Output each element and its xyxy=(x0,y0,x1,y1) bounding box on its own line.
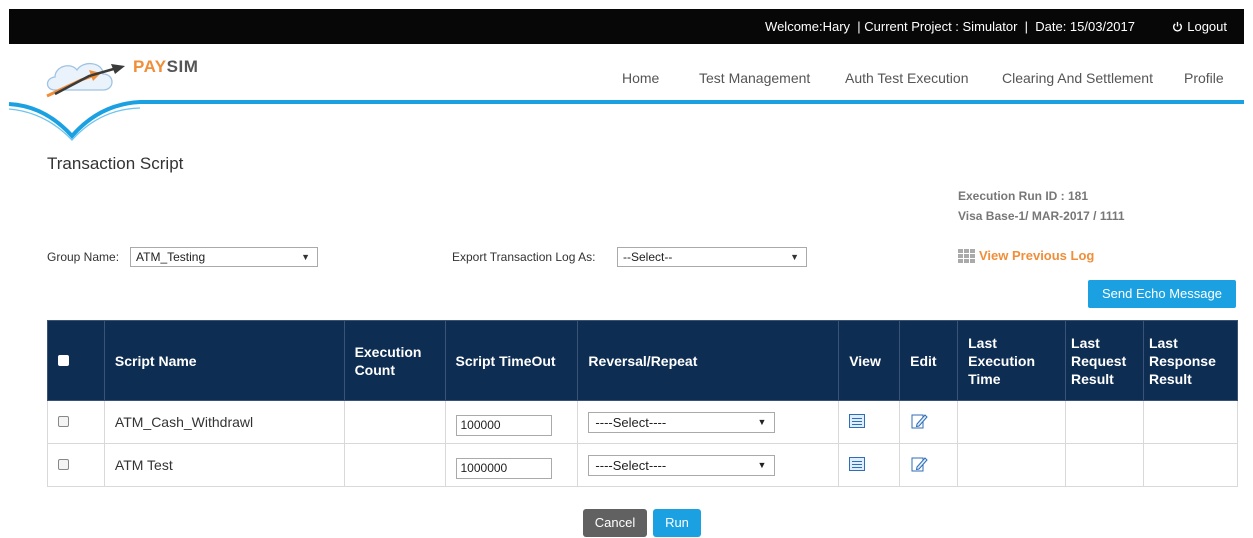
edit-cell xyxy=(899,400,959,444)
header-last-execution-time: Last Execution Time xyxy=(957,320,1067,401)
row-select-cell xyxy=(47,400,105,444)
last-execution-time xyxy=(957,400,1067,444)
execution-run-id: Execution Run ID : 181 xyxy=(958,189,1089,203)
last-response-result xyxy=(1142,443,1239,487)
reversal-cell: ----Select---- ▼ xyxy=(577,443,840,487)
timeout-cell: 100000 xyxy=(444,400,579,444)
run-button[interactable]: Run xyxy=(653,509,701,537)
row-checkbox[interactable] xyxy=(58,459,69,470)
view-cell xyxy=(838,400,901,444)
view-previous-log-label: View Previous Log xyxy=(979,248,1095,263)
reversal-repeat-value: ----Select---- xyxy=(595,414,667,430)
nav-home[interactable]: Home xyxy=(622,70,659,86)
last-response-result xyxy=(1142,400,1239,444)
cancel-button[interactable]: Cancel xyxy=(583,509,647,537)
timeout-input[interactable]: 1000000 xyxy=(455,457,552,479)
last-execution-time xyxy=(957,443,1067,487)
logo-text: PAYSIM xyxy=(133,57,198,77)
export-log-label: Export Transaction Log As: xyxy=(452,250,596,264)
header-last-response-result: Last Response Result xyxy=(1142,320,1239,401)
last-request-result xyxy=(1065,443,1144,487)
timeout-cell: 1000000 xyxy=(444,443,579,487)
nav-clearing-and-settlement[interactable]: Clearing And Settlement xyxy=(1002,70,1153,86)
logo-sim: SIM xyxy=(166,57,199,76)
grid-icon xyxy=(958,248,975,263)
header-execution-count: Execution Count xyxy=(343,320,446,401)
edit-cell xyxy=(899,443,959,487)
select-all-checkbox[interactable] xyxy=(58,354,69,366)
page-title: Transaction Script xyxy=(47,154,184,173)
table-row: ATM Test 1000000 ----Select---- ▼ xyxy=(47,443,1239,487)
power-icon xyxy=(1173,21,1183,32)
nav-row: PAYSIM Home Test Management Auth Test Ex… xyxy=(9,44,1244,104)
header-view: View xyxy=(838,320,901,401)
header-swoosh xyxy=(8,100,1244,141)
nav-auth-test-execution[interactable]: Auth Test Execution xyxy=(845,70,968,86)
execution-count xyxy=(343,400,446,444)
nav-test-management[interactable]: Test Management xyxy=(699,70,810,86)
execution-run-info: Execution Run ID : 181 Visa Base-1/ MAR-… xyxy=(958,186,1125,226)
top-bar: Welcome:Hary | Current Project : Simulat… xyxy=(9,9,1244,44)
chevron-down-icon: ▼ xyxy=(301,252,310,262)
reversal-repeat-select[interactable]: ----Select---- ▼ xyxy=(588,411,776,433)
table-row: ATM_Cash_Withdrawl 100000 ----Select----… xyxy=(47,400,1239,444)
execution-run-detail: Visa Base-1/ MAR-2017 / 1111 xyxy=(958,209,1125,223)
reversal-cell: ----Select---- ▼ xyxy=(577,400,840,444)
group-name-select[interactable]: ATM_Testing ▼ xyxy=(130,247,318,267)
view-list-icon[interactable] xyxy=(849,413,866,428)
row-checkbox[interactable] xyxy=(58,416,69,427)
header-script-name: Script Name xyxy=(103,320,345,401)
session-info: Welcome:Hary | Current Project : Simulat… xyxy=(765,19,1135,34)
logout-label: Logout xyxy=(1187,19,1227,34)
chevron-down-icon: ▼ xyxy=(757,459,767,470)
last-request-result xyxy=(1065,400,1144,444)
group-name-value: ATM_Testing xyxy=(136,250,206,264)
group-name-label: Group Name: xyxy=(47,250,120,264)
script-name: ATM Test xyxy=(103,443,345,487)
select-all-header xyxy=(47,320,105,401)
logo-pay: PAY xyxy=(133,57,167,76)
send-echo-message-button[interactable]: Send Echo Message xyxy=(1088,280,1236,308)
header-reversal-repeat: Reversal/Repeat xyxy=(577,320,840,401)
chevron-down-icon: ▼ xyxy=(790,252,799,262)
edit-icon[interactable] xyxy=(910,455,928,473)
nav-profile[interactable]: Profile xyxy=(1184,70,1224,86)
edit-icon[interactable] xyxy=(910,412,928,430)
logout-link[interactable]: Logout xyxy=(1172,19,1227,34)
timeout-input[interactable]: 100000 xyxy=(455,414,552,436)
export-log-select[interactable]: --Select-- ▼ xyxy=(617,247,807,267)
view-list-icon[interactable] xyxy=(849,456,866,471)
view-cell xyxy=(838,443,901,487)
export-log-value: --Select-- xyxy=(623,250,673,264)
chevron-down-icon: ▼ xyxy=(757,416,767,427)
script-table: Script Name Execution Count Script TimeO… xyxy=(47,320,1239,487)
header-last-request-result: Last Request Result xyxy=(1065,320,1144,401)
reversal-repeat-select[interactable]: ----Select---- ▼ xyxy=(588,454,776,476)
view-previous-log-link[interactable]: View Previous Log xyxy=(958,248,1094,263)
table-header-row: Script Name Execution Count Script TimeO… xyxy=(47,320,1239,401)
reversal-repeat-value: ----Select---- xyxy=(595,457,667,473)
execution-count xyxy=(343,443,446,487)
script-name: ATM_Cash_Withdrawl xyxy=(103,400,345,444)
row-select-cell xyxy=(47,443,105,487)
header-script-timeout: Script TimeOut xyxy=(444,320,579,401)
header-edit: Edit xyxy=(899,320,959,401)
